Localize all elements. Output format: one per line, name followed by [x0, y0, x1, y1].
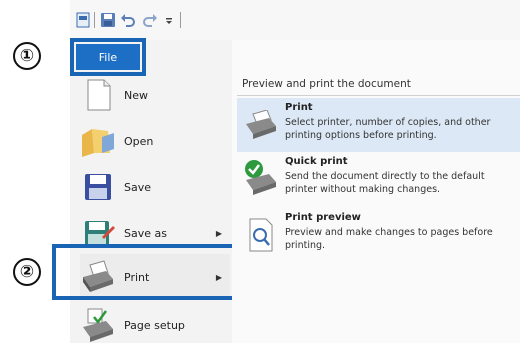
menu-item-open-label: Open	[124, 134, 154, 148]
menu-item-new[interactable]: New	[80, 72, 230, 118]
submenu-arrow-icon: ▶	[215, 228, 222, 238]
step-2-marker: ②	[13, 258, 41, 286]
new-document-icon	[87, 79, 111, 111]
menu-item-new-label: New	[124, 88, 148, 102]
submenu-heading: Preview and print the document	[242, 78, 411, 90]
print-preview-icon	[249, 218, 273, 252]
submenu-item-print-preview-title: Print preview	[285, 212, 361, 223]
step-1-marker: ①	[13, 42, 41, 70]
submenu-item-print-preview[interactable]: Print preview Preview and make changes t…	[237, 210, 520, 262]
submenu-item-print-desc-2: printing options before printing.	[285, 130, 437, 141]
submenu-item-print-title: Print	[285, 102, 313, 113]
divider	[237, 95, 520, 96]
file-highlight-box	[70, 38, 146, 76]
application-window: New Open Save Save as ▶ Print ▶ Page set…	[52, 0, 520, 343]
submenu-item-print-preview-desc-1: Preview and make changes to pages before	[285, 227, 493, 238]
submenu-item-quick-print[interactable]: Quick print Send the document directly t…	[237, 154, 520, 206]
menu-item-save[interactable]: Save	[80, 164, 230, 210]
submenu-item-quick-print-desc-1: Send the document directly to the defaul…	[285, 171, 485, 182]
app-document-icon	[76, 12, 90, 28]
menu-item-save-label: Save	[124, 180, 152, 194]
save-disk-icon	[85, 174, 111, 200]
printer-icon	[246, 110, 276, 139]
submenu-item-print[interactable]: Print Select printer, number of copies, …	[237, 98, 520, 152]
redo-icon[interactable]	[142, 12, 158, 28]
menu-item-open[interactable]: Open	[80, 118, 230, 164]
menu-item-save-as-label: Save as	[124, 226, 167, 240]
menu-item-page-setup[interactable]: Page setup	[80, 302, 230, 348]
quick-access-toolbar	[70, 0, 520, 41]
quick-print-icon	[245, 160, 276, 195]
submenu-item-quick-print-title: Quick print	[285, 156, 348, 167]
submenu-item-print-preview-desc-2: printing.	[285, 240, 326, 251]
open-folder-icon	[82, 129, 114, 157]
customize-toolbar-icon[interactable]	[164, 12, 174, 28]
undo-icon[interactable]	[120, 12, 136, 28]
print-submenu-pane: Preview and print the document Print Sel…	[232, 40, 520, 343]
submenu-item-quick-print-desc-2: printer without making changes.	[285, 184, 441, 195]
save-icon[interactable]	[100, 12, 116, 28]
print-highlight-box	[52, 244, 236, 300]
menu-item-page-setup-label: Page setup	[124, 318, 185, 332]
submenu-item-print-desc-1: Select printer, number of copies, and ot…	[285, 117, 491, 128]
page-setup-icon	[83, 308, 113, 342]
